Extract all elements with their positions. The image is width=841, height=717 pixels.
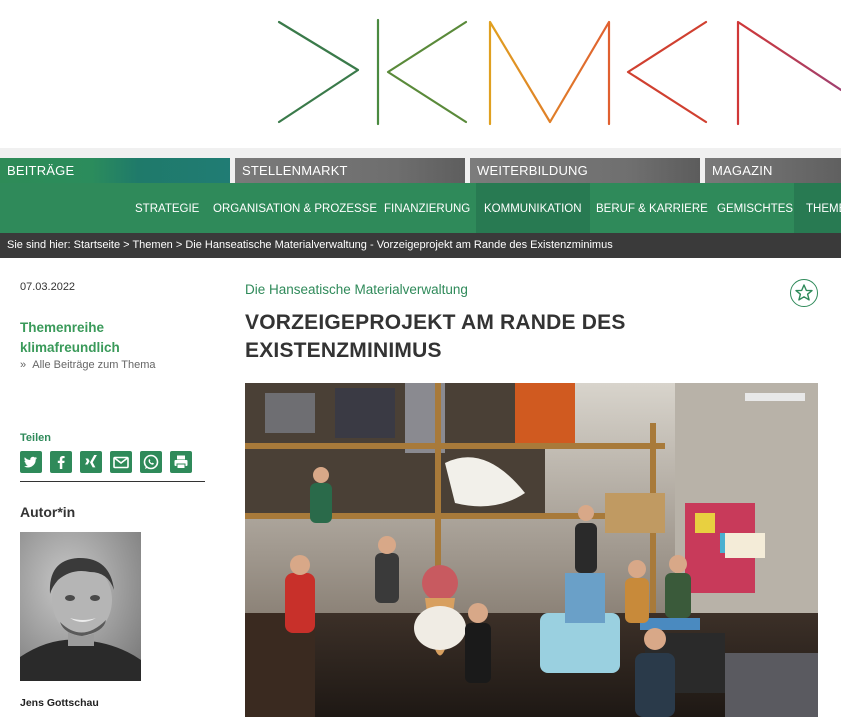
subnav-themen[interactable]: THEMEN [794, 183, 841, 233]
subnav-strategie[interactable]: STRATEGIE [135, 183, 199, 233]
tab-stellenmarkt[interactable]: STELLENMARKT [235, 158, 465, 183]
series-title[interactable]: Themenreihe klimafreundlich [20, 318, 170, 358]
whatsapp-icon[interactable] [140, 451, 162, 473]
series-all-link[interactable]: » Alle Beiträge zum Thema [20, 359, 156, 371]
sub-navigation: STRATEGIE ORGANISATION & PROZESSE FINANZ… [0, 183, 841, 233]
star-icon [795, 284, 813, 301]
article-headline: VORZEIGEPROJEKT AM RANDE DES EXISTENZMIN… [245, 311, 626, 362]
divider [20, 481, 205, 482]
site-logo[interactable] [0, 0, 841, 148]
share-label: Teilen [20, 432, 51, 444]
author-name[interactable]: Jens Gottschau [20, 697, 99, 709]
facebook-icon[interactable] [50, 451, 72, 473]
author-heading: Autor*in [20, 504, 76, 520]
main-navigation: BEITRÄGE STELLENMARKT WEITERBILDUNG MAGA… [0, 148, 841, 183]
article-hero-image[interactable] [245, 383, 818, 717]
xing-icon[interactable] [80, 451, 102, 473]
tab-magazin[interactable]: MAGAZIN [705, 158, 841, 183]
twitter-icon[interactable] [20, 451, 42, 473]
print-icon[interactable] [170, 451, 192, 473]
article-kicker: Die Hanseatische Materialverwaltung [245, 282, 468, 297]
series-link-label: Alle Beiträge zum Thema [32, 359, 156, 371]
tab-beitraege[interactable]: BEITRÄGE [0, 158, 230, 183]
breadcrumb[interactable]: Sie sind hier: Startseite > Themen > Die… [0, 233, 841, 258]
email-icon[interactable] [110, 451, 132, 473]
subnav-gemischtes[interactable]: GEMISCHTES [717, 183, 793, 233]
publish-date: 07.03.2022 [20, 281, 76, 293]
dkmcn-logo-icon [277, 18, 841, 126]
subnav-kommunikation[interactable]: KOMMUNIKATION [476, 183, 590, 233]
tab-weiterbildung[interactable]: WEITERBILDUNG [470, 158, 700, 183]
author-photo[interactable] [20, 532, 141, 681]
subnav-finanzierung[interactable]: FINANZIERUNG [384, 183, 470, 233]
chevron-right-icon: » [20, 359, 33, 371]
bookmark-button[interactable] [790, 279, 818, 307]
subnav-beruf-karriere[interactable]: BERUF & KARRIERE [596, 183, 708, 233]
subnav-organisation[interactable]: ORGANISATION & PROZESSE [213, 183, 377, 233]
